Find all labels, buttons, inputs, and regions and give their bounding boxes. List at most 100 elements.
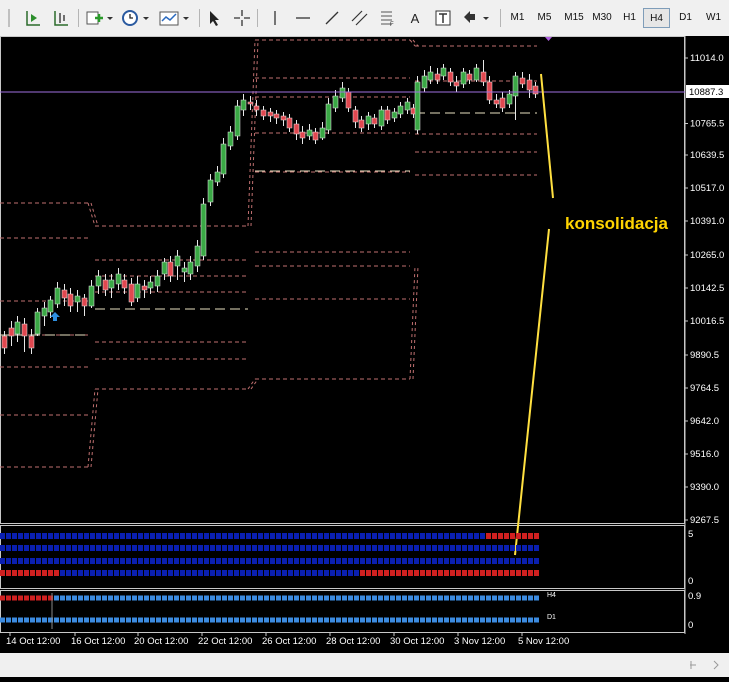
horizontal-line-icon[interactable] [292,7,314,29]
timeframe-d1-button[interactable]: D1 [672,8,699,28]
candle-body [325,103,332,131]
indicator1-dot [354,533,359,539]
arrows-icon[interactable] [460,7,492,29]
auto-scroll-icon[interactable] [22,7,44,29]
indicator1-dot [408,545,413,551]
clock-icon[interactable] [120,7,150,29]
indicator1-dot [468,558,473,564]
candle-body [121,279,128,289]
indicator1-dot [354,570,359,576]
indicator2-dot [138,595,143,601]
indicator2-dot [144,617,149,623]
indicator1-dot [294,570,299,576]
indicator1-dot [156,545,161,551]
indicator1-dot [294,533,299,539]
indicator1-dot [210,558,215,564]
indicator1-dot [444,545,449,551]
indicator1-dot [480,545,485,551]
indicator1-dot [402,545,407,551]
candle-body [95,275,102,287]
indicator1-dot [522,545,527,551]
candle-body [358,119,365,129]
indicator1-scale-top: 5 [688,529,693,540]
indicator1-dot [150,570,155,576]
indicator2-dot [240,617,245,623]
scrollbar[interactable] [0,653,729,677]
indicator1-dot [78,558,83,564]
candle-body [519,77,526,85]
indicator1-dot [144,558,149,564]
indicator1-dot [102,570,107,576]
indicator2-dot [60,617,65,623]
indicator1-dot [510,545,515,551]
indicator2-dot [276,595,281,601]
indicator1-dot [522,533,527,539]
timeframe-h1-button[interactable]: H1 [616,8,643,28]
candle-body [214,171,221,183]
candle-body [220,143,227,175]
indicator1-dot [384,570,389,576]
indicator1-dot [60,558,65,564]
price-chart[interactable]: konsolidacja 11014.0 10765.5 10639.5 10517.… [0,36,729,653]
indicator1-dot [390,533,395,539]
indicator1-dot [324,533,329,539]
trendline-icon[interactable] [321,7,343,29]
indicator1-dot [198,558,203,564]
fibonacci-icon[interactable]: F [376,7,400,29]
indicator1-dot [48,558,53,564]
indicator1-dot [480,570,485,576]
indicator1-dot [288,533,293,539]
indicator2-dot [174,617,179,623]
indicator1-dot [396,533,401,539]
text-label-icon[interactable] [432,7,454,29]
indicator1-dot [342,558,347,564]
indicator1-dot [216,558,221,564]
indicator1-dot [192,558,197,564]
indicator2-dot [456,595,461,601]
indicator2-dot [30,595,35,601]
indicator1-dot [114,545,119,551]
indicator1-dot [12,545,17,551]
timeframe-m5-button[interactable]: M5 [531,8,558,28]
indicator1-dot [408,570,413,576]
indicator1-dot [252,533,257,539]
timeframe-m15-button[interactable]: M15 [559,8,589,28]
indicator2-dot [318,617,323,623]
indicator1-dot [288,545,293,551]
timeframe-h4-button[interactable]: H4 [643,8,670,28]
indicator1-dot [414,558,419,564]
indicator1-dot [174,545,179,551]
time-label: 26 Oct 12:00 [262,636,316,647]
indicator2-dot [474,617,479,623]
chart-shift-icon[interactable] [50,7,72,29]
vertical-line-icon[interactable] [265,7,285,29]
candle-body [526,79,533,91]
indicator1-dot [252,545,257,551]
new-chart-icon[interactable] [84,7,114,29]
candle-body [194,245,201,267]
indicator2-dot [408,617,413,623]
templates-icon[interactable] [158,7,192,29]
indicator1-dot [474,570,479,576]
indicator1-dot [138,533,143,539]
timeframe-m30-button[interactable]: M30 [588,8,616,28]
indicator1-dot [330,533,335,539]
timeframe-m1-button[interactable]: M1 [504,8,531,28]
text-icon[interactable]: A [405,7,425,29]
crosshair-icon[interactable] [232,7,252,29]
indicator1-dot [378,545,383,551]
indicator1-dot [456,558,461,564]
indicator2-dot [420,595,425,601]
timeframe-w1-button[interactable]: W1 [700,8,727,28]
channel-icon[interactable] [348,7,372,29]
indicator2-dot [360,595,365,601]
cursor-icon[interactable] [204,7,224,29]
indicator2-dot [252,617,257,623]
indicator1-dot [336,545,341,551]
indicator2-dot [84,595,89,601]
toolbar-handle[interactable] [2,7,16,29]
indicator2-dot [210,595,215,601]
price-label: 9764.5 [690,383,719,394]
indicator1-dot [450,533,455,539]
indicator1-dot [528,545,533,551]
